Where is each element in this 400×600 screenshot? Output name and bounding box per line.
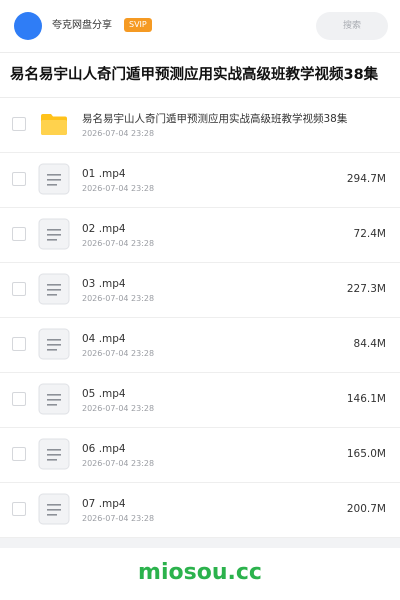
svip-badge: SVIP — [124, 18, 152, 32]
document-icon — [38, 438, 70, 470]
file-size: 165.0M — [346, 448, 386, 460]
row-checkbox[interactable] — [12, 502, 26, 516]
file-name: 07 .mp4 — [82, 498, 126, 510]
row-checkbox[interactable] — [12, 117, 26, 131]
file-size: 72.4M — [353, 228, 386, 240]
title-bar: 易名易宇山人奇门遁甲预测应用实战高级班教学视频38集 — [0, 53, 400, 98]
file-size: 294.7M — [346, 173, 386, 185]
document-icon — [38, 273, 70, 305]
row-checkbox[interactable] — [12, 337, 26, 351]
folder-name: 易名易宇山人奇门遁甲预测应用实战高级班教学视频38集 — [82, 113, 348, 125]
document-icon — [38, 493, 70, 525]
file-row[interactable]: 03 .mp4 2026-07-04 23:28 227.3M — [0, 263, 400, 318]
file-name: 04 .mp4 — [82, 333, 126, 345]
file-size: 200.7M — [346, 503, 386, 515]
file-size: 227.3M — [346, 283, 386, 295]
file-row[interactable]: 06 .mp4 2026-07-04 23:28 165.0M — [0, 428, 400, 483]
file-name: 05 .mp4 — [82, 388, 126, 400]
row-checkbox[interactable] — [12, 447, 26, 461]
file-date: 2026-07-04 23:28 — [82, 459, 155, 468]
file-size: 84.4M — [353, 338, 386, 350]
folder-icon — [38, 108, 70, 140]
file-row[interactable]: 05 .mp4 2026-07-04 23:28 146.1M — [0, 373, 400, 428]
document-icon — [38, 218, 70, 250]
file-list: 易名易宇山人奇门遁甲预测应用实战高级班教学视频38集 2026-07-04 23… — [0, 98, 400, 538]
file-date: 2026-07-04 23:28 — [82, 239, 155, 248]
file-name: 03 .mp4 — [82, 278, 126, 290]
file-row[interactable]: 04 .mp4 2026-07-04 23:28 84.4M — [0, 318, 400, 373]
file-date: 2026-07-04 23:28 — [82, 349, 155, 358]
file-date: 2026-07-04 23:28 — [82, 514, 155, 523]
top-bar: 夸克网盘分享 SVIP 搜索 — [0, 0, 400, 53]
document-icon — [38, 383, 70, 415]
file-row[interactable]: 07 .mp4 2026-07-04 23:28 200.7M — [0, 483, 400, 538]
file-row[interactable]: 02 .mp4 2026-07-04 23:28 72.4M — [0, 208, 400, 263]
file-size: 146.1M — [346, 393, 386, 405]
search-input[interactable]: 搜索 — [316, 12, 388, 40]
file-date: 2026-07-04 23:28 — [82, 184, 155, 193]
site-link[interactable]: miosou.cc — [0, 560, 400, 586]
file-name: 06 .mp4 — [82, 443, 126, 455]
row-checkbox[interactable] — [12, 172, 26, 186]
avatar[interactable] — [14, 12, 42, 40]
folder-date: 2026-07-04 23:28 — [82, 129, 155, 138]
file-row[interactable]: 01 .mp4 2026-07-04 23:28 294.7M — [0, 153, 400, 208]
row-checkbox[interactable] — [12, 227, 26, 241]
document-icon — [38, 163, 70, 195]
document-icon — [38, 328, 70, 360]
file-date: 2026-07-04 23:28 — [82, 404, 155, 413]
footer: miosou.cc — [0, 548, 400, 600]
file-date: 2026-07-04 23:28 — [82, 294, 155, 303]
row-checkbox[interactable] — [12, 282, 26, 296]
file-name: 01 .mp4 — [82, 168, 126, 180]
row-checkbox[interactable] — [12, 392, 26, 406]
brand-label: 夸克网盘分享 — [52, 20, 112, 31]
page-title: 易名易宇山人奇门遁甲预测应用实战高级班教学视频38集 — [10, 67, 379, 83]
file-name: 02 .mp4 — [82, 223, 126, 235]
folder-row[interactable]: 易名易宇山人奇门遁甲预测应用实战高级班教学视频38集 2026-07-04 23… — [0, 98, 400, 153]
